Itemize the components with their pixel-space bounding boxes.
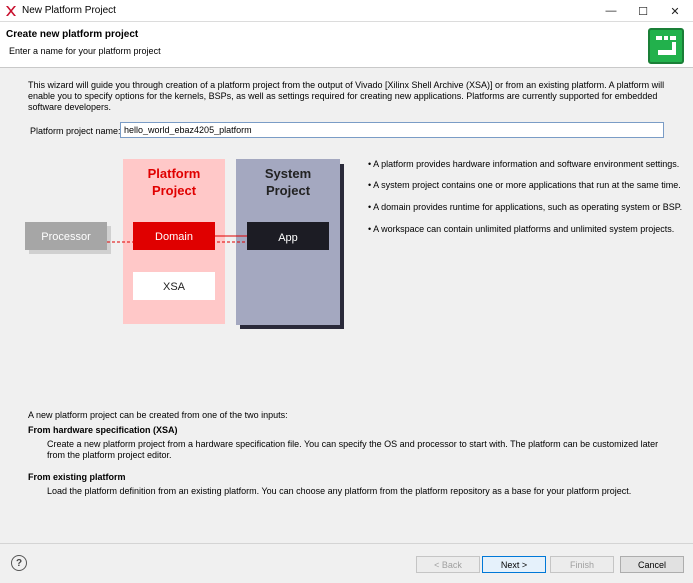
processor-label: Processor [41,231,91,243]
from-hw-desc: Create a new platform project from a har… [47,439,659,460]
from-existing-title: From existing platform [28,472,126,482]
bullet-platform: • A platform provides hardware informati… [368,159,680,169]
xilinx-logo-icon [6,6,16,16]
help-icon[interactable]: ? [11,555,27,571]
bullet-domain: • A domain provides runtime for applicat… [368,202,683,212]
close-button[interactable]: ✕ [660,0,690,22]
cancel-button[interactable]: Cancel [620,556,684,573]
platform-wizard-icon [648,28,684,64]
platform-title-line2: Project [152,183,197,198]
wizard-header: Create new platform project Enter a name… [0,22,693,68]
footer-separator [0,543,693,544]
minimize-button[interactable]: — [596,0,626,22]
maximize-button[interactable]: ☐ [628,0,658,22]
app-label: App [278,232,298,244]
platform-name-label: Platform project name: [30,126,121,136]
bullet-system: • A system project contains one or more … [368,180,681,190]
domain-label: Domain [155,231,193,243]
intro-text: This wizard will guide you through creat… [28,80,665,112]
window-title: New Platform Project [22,5,116,16]
back-button[interactable]: < Back [416,556,480,573]
platform-diagram: Platform Project System Project Processo… [25,159,344,329]
next-button[interactable]: Next > [482,556,546,573]
inputs-intro: A new platform project can be created fr… [28,410,288,420]
from-hw-title: From hardware specification (XSA) [28,425,178,435]
page-title: Create new platform project [6,29,139,40]
page-subtitle: Enter a name for your platform project [9,46,161,56]
title-bar: New Platform Project — ☐ ✕ [0,0,693,22]
from-existing-desc: Load the platform definition from an exi… [47,486,632,496]
bullet-workspace: • A workspace can contain unlimited plat… [368,224,675,234]
finish-button[interactable]: Finish [550,556,614,573]
system-title-line1: System [265,166,311,181]
platform-name-input[interactable] [120,122,664,138]
xsa-label: XSA [163,281,186,293]
system-title-line2: Project [266,183,311,198]
platform-title-line1: Platform [148,166,201,181]
